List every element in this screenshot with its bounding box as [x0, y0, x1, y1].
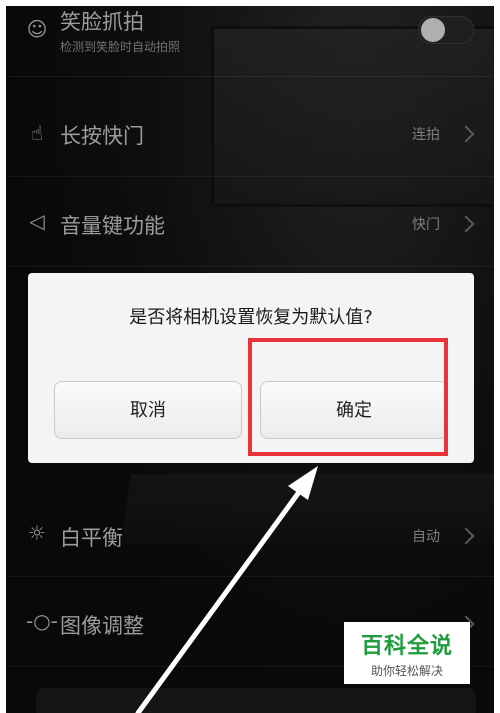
watermark-subtitle: 助你轻松解决 [370, 664, 443, 678]
pointer-arrow [135, 466, 318, 713]
watermark-title: 百科全说 [360, 634, 453, 659]
watermark-logo: 百科全说 助你轻松解决 [344, 622, 470, 684]
